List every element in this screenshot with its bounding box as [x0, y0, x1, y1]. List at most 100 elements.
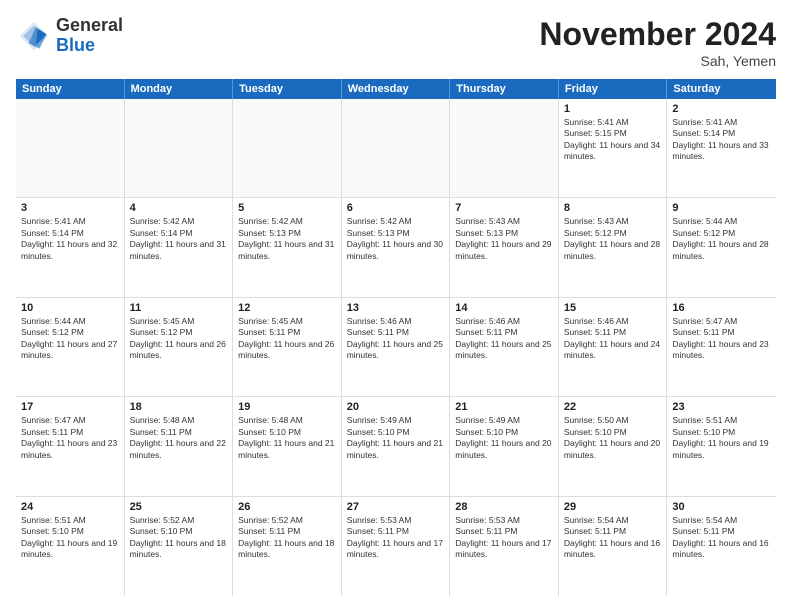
day-cell-25: 25 Sunrise: 5:52 AM Sunset: 5:10 PM Dayli…	[125, 497, 234, 596]
day-cell-7: 7 Sunrise: 5:43 AM Sunset: 5:13 PM Daylig…	[450, 198, 559, 296]
day-number: 2	[672, 103, 771, 115]
empty-cell	[233, 99, 342, 197]
cell-text: Sunrise: 5:49 AM Sunset: 5:10 PM Dayligh…	[347, 415, 445, 461]
weekday-header-thursday: Thursday	[450, 79, 559, 99]
calendar-header: SundayMondayTuesdayWednesdayThursdayFrid…	[16, 79, 776, 99]
day-cell-22: 22Sunrise: 5:50 AM Sunset: 5:10 PM Dayli…	[559, 397, 668, 495]
cell-text: Sunrise: 5:53 AM Sunset: 5:11 PM Dayligh…	[455, 515, 553, 561]
cell-text: Sunrise: 5:43 AM Sunset: 5:13 PM Dayligh…	[455, 216, 553, 262]
day-cell-13: 13 Sunrise: 5:46 AM Sunset: 5:11 PM Dayli…	[342, 298, 451, 396]
weekday-header-wednesday: Wednesday	[342, 79, 451, 99]
day-number: 26	[238, 501, 336, 513]
day-number: 1	[564, 103, 662, 115]
weekday-header-saturday: Saturday	[667, 79, 776, 99]
calendar: SundayMondayTuesdayWednesdayThursdayFrid…	[16, 79, 776, 596]
day-cell-11: 11Sunrise: 5:45 AM Sunset: 5:12 PM Dayli…	[125, 298, 234, 396]
empty-cell	[342, 99, 451, 197]
day-number: 18	[130, 401, 228, 413]
day-cell-15: 15 Sunrise: 5:46 AM Sunset: 5:11 PM Dayli…	[559, 298, 668, 396]
day-cell-28: 28 Sunrise: 5:53 AM Sunset: 5:11 PM Dayli…	[450, 497, 559, 596]
day-number: 29	[564, 501, 662, 513]
day-number: 15	[564, 302, 662, 314]
cell-text: Sunrise: 5:47 AM Sunset: 5:11 PM Dayligh…	[672, 316, 771, 362]
cell-text: Sunrise: 5:51 AM Sunset: 5:10 PM Dayligh…	[21, 515, 119, 561]
day-number: 14	[455, 302, 553, 314]
day-cell-26: 26 Sunrise: 5:52 AM Sunset: 5:11 PM Dayli…	[233, 497, 342, 596]
day-cell-5: 5 Sunrise: 5:42 AM Sunset: 5:13 PM Daylig…	[233, 198, 342, 296]
day-number: 30	[672, 501, 771, 513]
page: General Blue November 2024 Sah, Yemen Su…	[0, 0, 792, 612]
empty-cell	[125, 99, 234, 197]
cell-text: Sunrise: 5:42 AM Sunset: 5:13 PM Dayligh…	[238, 216, 336, 262]
cell-text: Sunrise: 5:47 AM Sunset: 5:11 PM Dayligh…	[21, 415, 119, 461]
cell-text: Sunrise: 5:49 AM Sunset: 5:10 PM Dayligh…	[455, 415, 553, 461]
day-number: 19	[238, 401, 336, 413]
day-cell-27: 27Sunrise: 5:53 AM Sunset: 5:11 PM Dayli…	[342, 497, 451, 596]
cell-text: Sunrise: 5:46 AM Sunset: 5:11 PM Dayligh…	[564, 316, 662, 362]
day-number: 28	[455, 501, 553, 513]
calendar-row-2: 10Sunrise: 5:44 AM Sunset: 5:12 PM Dayli…	[16, 298, 776, 397]
day-cell-8: 8 Sunrise: 5:43 AM Sunset: 5:12 PM Daylig…	[559, 198, 668, 296]
day-cell-2: 2 Sunrise: 5:41 AM Sunset: 5:14 PM Daylig…	[667, 99, 776, 197]
day-cell-10: 10Sunrise: 5:44 AM Sunset: 5:12 PM Dayli…	[16, 298, 125, 396]
day-cell-3: 3Sunrise: 5:41 AM Sunset: 5:14 PM Daylig…	[16, 198, 125, 296]
empty-cell	[450, 99, 559, 197]
calendar-row-0: 1 Sunrise: 5:41 AM Sunset: 5:15 PM Daylig…	[16, 99, 776, 198]
day-number: 12	[238, 302, 336, 314]
day-number: 22	[564, 401, 662, 413]
cell-text: Sunrise: 5:51 AM Sunset: 5:10 PM Dayligh…	[672, 415, 771, 461]
day-cell-23: 23 Sunrise: 5:51 AM Sunset: 5:10 PM Dayli…	[667, 397, 776, 495]
cell-text: Sunrise: 5:46 AM Sunset: 5:11 PM Dayligh…	[455, 316, 553, 362]
day-number: 11	[130, 302, 228, 314]
day-number: 16	[672, 302, 771, 314]
day-cell-14: 14 Sunrise: 5:46 AM Sunset: 5:11 PM Dayli…	[450, 298, 559, 396]
cell-text: Sunrise: 5:44 AM Sunset: 5:12 PM Dayligh…	[672, 216, 771, 262]
day-number: 9	[672, 202, 771, 214]
day-number: 7	[455, 202, 553, 214]
day-cell-6: 6Sunrise: 5:42 AM Sunset: 5:13 PM Daylig…	[342, 198, 451, 296]
day-number: 24	[21, 501, 119, 513]
calendar-row-4: 24 Sunrise: 5:51 AM Sunset: 5:10 PM Dayli…	[16, 497, 776, 596]
calendar-row-1: 3Sunrise: 5:41 AM Sunset: 5:14 PM Daylig…	[16, 198, 776, 297]
location: Sah, Yemen	[539, 53, 776, 69]
calendar-row-3: 17 Sunrise: 5:47 AM Sunset: 5:11 PM Dayli…	[16, 397, 776, 496]
cell-text: Sunrise: 5:54 AM Sunset: 5:11 PM Dayligh…	[672, 515, 771, 561]
cell-text: Sunrise: 5:41 AM Sunset: 5:15 PM Dayligh…	[564, 117, 662, 163]
cell-text: Sunrise: 5:41 AM Sunset: 5:14 PM Dayligh…	[672, 117, 771, 163]
day-number: 25	[130, 501, 228, 513]
cell-text: Sunrise: 5:52 AM Sunset: 5:10 PM Dayligh…	[130, 515, 228, 561]
day-number: 8	[564, 202, 662, 214]
day-number: 13	[347, 302, 445, 314]
calendar-body: 1 Sunrise: 5:41 AM Sunset: 5:15 PM Daylig…	[16, 99, 776, 596]
logo-general: General	[56, 15, 123, 35]
weekday-header-sunday: Sunday	[16, 79, 125, 99]
day-cell-17: 17 Sunrise: 5:47 AM Sunset: 5:11 PM Dayli…	[16, 397, 125, 495]
cell-text: Sunrise: 5:54 AM Sunset: 5:11 PM Dayligh…	[564, 515, 662, 561]
day-number: 23	[672, 401, 771, 413]
day-cell-29: 29 Sunrise: 5:54 AM Sunset: 5:11 PM Dayli…	[559, 497, 668, 596]
day-cell-20: 20Sunrise: 5:49 AM Sunset: 5:10 PM Dayli…	[342, 397, 451, 495]
cell-text: Sunrise: 5:42 AM Sunset: 5:14 PM Dayligh…	[130, 216, 228, 262]
weekday-header-monday: Monday	[125, 79, 234, 99]
day-cell-4: 4 Sunrise: 5:42 AM Sunset: 5:14 PM Daylig…	[125, 198, 234, 296]
day-cell-21: 21 Sunrise: 5:49 AM Sunset: 5:10 PM Dayli…	[450, 397, 559, 495]
day-cell-9: 9 Sunrise: 5:44 AM Sunset: 5:12 PM Daylig…	[667, 198, 776, 296]
weekday-header-friday: Friday	[559, 79, 668, 99]
cell-text: Sunrise: 5:48 AM Sunset: 5:11 PM Dayligh…	[130, 415, 228, 461]
header: General Blue November 2024 Sah, Yemen	[16, 16, 776, 69]
day-cell-24: 24 Sunrise: 5:51 AM Sunset: 5:10 PM Dayli…	[16, 497, 125, 596]
day-cell-12: 12 Sunrise: 5:45 AM Sunset: 5:11 PM Dayli…	[233, 298, 342, 396]
weekday-header-tuesday: Tuesday	[233, 79, 342, 99]
day-number: 21	[455, 401, 553, 413]
cell-text: Sunrise: 5:48 AM Sunset: 5:10 PM Dayligh…	[238, 415, 336, 461]
day-cell-19: 19 Sunrise: 5:48 AM Sunset: 5:10 PM Dayli…	[233, 397, 342, 495]
day-number: 4	[130, 202, 228, 214]
cell-text: Sunrise: 5:45 AM Sunset: 5:11 PM Dayligh…	[238, 316, 336, 362]
day-number: 17	[21, 401, 119, 413]
cell-text: Sunrise: 5:46 AM Sunset: 5:11 PM Dayligh…	[347, 316, 445, 362]
cell-text: Sunrise: 5:52 AM Sunset: 5:11 PM Dayligh…	[238, 515, 336, 561]
logo-icon	[16, 18, 52, 54]
cell-text: Sunrise: 5:44 AM Sunset: 5:12 PM Dayligh…	[21, 316, 119, 362]
cell-text: Sunrise: 5:43 AM Sunset: 5:12 PM Dayligh…	[564, 216, 662, 262]
day-number: 5	[238, 202, 336, 214]
